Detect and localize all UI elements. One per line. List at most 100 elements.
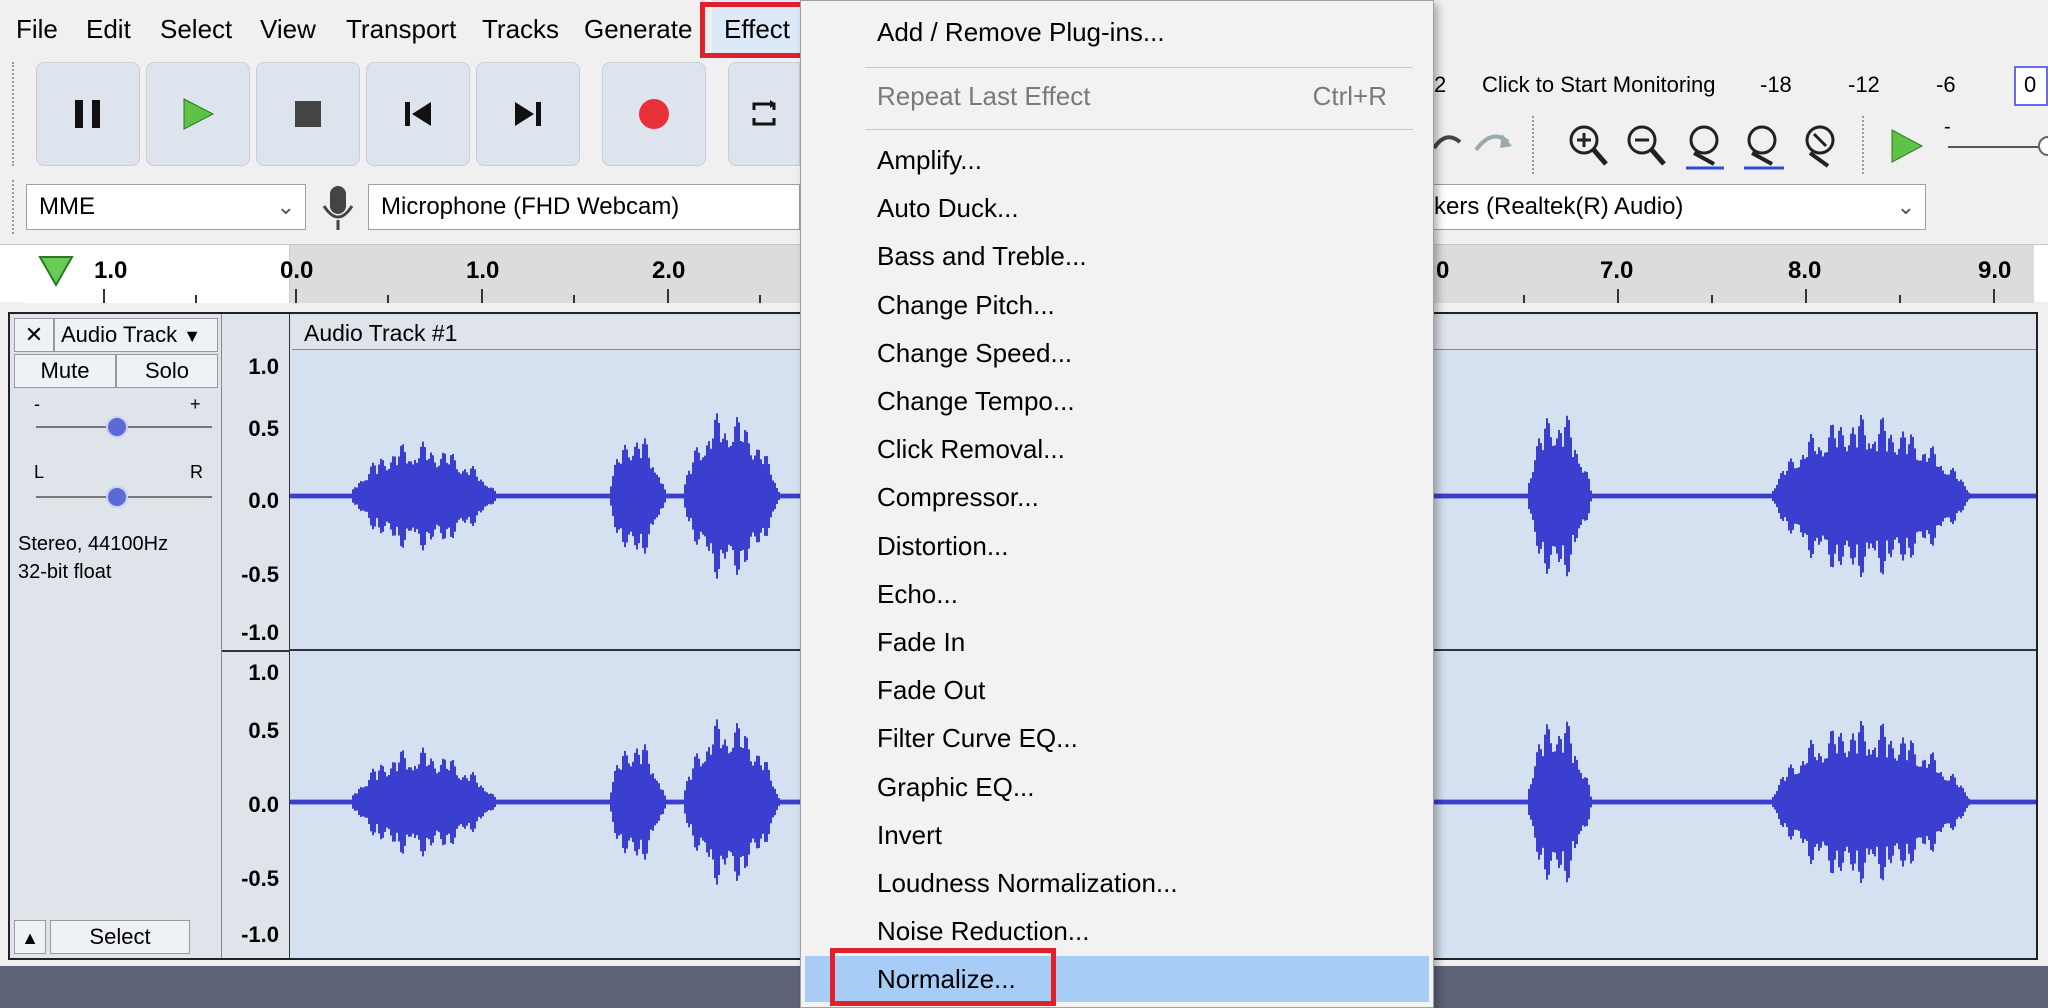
menu-item-filter-curve-eq[interactable]: Filter Curve EQ... [801,715,1433,761]
menu-transport[interactable]: Transport [344,0,458,58]
menu-item-fade-out[interactable]: Fade Out [801,667,1433,713]
shortcut-label: Ctrl+R [1312,81,1387,111]
menu-effect[interactable]: Effect [712,0,803,58]
dropdown-arrow-icon: ▼ [183,326,202,346]
menu-item-fade-in[interactable]: Fade In [801,619,1433,665]
scale-label: -1.0 [241,922,279,947]
menu-item-normalize[interactable]: Normalize... [805,956,1429,1003]
skip-start-icon [405,102,431,126]
loop-icon [752,100,776,126]
zoom-toggle-icon[interactable] [1798,122,1846,174]
scale-label: -1.0 [241,620,279,645]
skip-end-icon [515,102,541,126]
skip-to-start-button[interactable] [366,62,470,166]
meter-tick: -6 [1936,72,1956,97]
toolbar-grip[interactable] [1862,116,1864,174]
pan-left-label: L [34,462,45,482]
menu-item-change-speed[interactable]: Change Speed... [801,330,1433,376]
zoom-in-icon[interactable] [1566,122,1610,170]
scale-label: 1.0 [248,354,279,379]
menu-item-repeat-last-effect[interactable]: Repeat Last Effect Ctrl+R [801,73,1433,119]
menu-item-compressor[interactable]: Compressor... [801,474,1433,520]
edit-toolbar: - [1434,116,2048,178]
monitor-label[interactable]: Click to Start Monitoring [1482,72,1716,98]
scale-label: 0.5 [248,718,279,743]
scale-label: -0.5 [241,562,279,587]
close-track-button[interactable]: ✕ [14,318,54,352]
menu-select[interactable]: Select [158,0,234,58]
toolbar-grip[interactable] [12,180,22,234]
play-icon [183,98,215,130]
gain-slider-thumb[interactable] [106,416,128,438]
audio-host-select[interactable]: MME ⌄ [26,184,306,230]
recording-device-select[interactable]: Microphone (FHD Webcam) [368,184,800,230]
meter-tick-partial: 2 [1434,72,1447,97]
track-format-info: Stereo, 44100Hz 32-bit float [18,533,169,583]
record-button[interactable] [602,62,706,166]
menu-item-amplify[interactable]: Amplify... [801,137,1433,183]
fit-selection-icon[interactable] [1682,122,1730,174]
menu-file[interactable]: File [14,0,60,58]
menu-edit[interactable]: Edit [84,0,133,58]
scale-label: 0.0 [248,792,279,817]
menu-item-add-remove-plugins[interactable]: Add / Remove Plug-ins... [801,9,1433,55]
meter-tick: -18 [1760,72,1792,97]
stop-icon [295,101,321,127]
chevron-down-icon: ⌄ [276,194,295,219]
playback-device-select[interactable]: kers (Realtek(R) Audio) ⌄ [1434,184,1926,230]
pause-button[interactable] [36,62,140,166]
play-speed-slider[interactable]: - [1944,116,2048,170]
menu-item-change-pitch[interactable]: Change Pitch... [801,282,1433,328]
stop-button[interactable] [256,62,360,166]
redo-icon[interactable] [1472,128,1512,158]
chevron-down-icon: ⌄ [1896,194,1915,219]
toolbar-grip[interactable] [1532,116,1534,174]
menu-item-change-tempo[interactable]: Change Tempo... [801,378,1433,424]
track-menu-button[interactable]: Audio Track ▼ [54,318,218,352]
triangle-up-icon: ▲ [21,928,39,948]
menu-item-distortion[interactable]: Distortion... [801,523,1433,569]
solo-button[interactable]: Solo [116,354,218,388]
menu-tracks[interactable]: Tracks [480,0,561,58]
play-at-speed-icon[interactable] [1888,128,1924,164]
scale-label: 0.5 [248,416,279,441]
zoom-out-icon[interactable] [1624,122,1668,170]
pan-slider-thumb[interactable] [106,486,128,508]
scale-label: 1.0 [248,660,279,685]
select-track-button[interactable]: Select [50,920,190,954]
microphone-icon [322,186,354,230]
toolbar-grip[interactable] [12,62,22,166]
menu-item-noise-reduction[interactable]: Noise Reduction... [801,908,1433,954]
fit-project-icon[interactable] [1740,122,1788,174]
collapse-track-button[interactable]: ▲ [14,920,46,954]
meter-toolbar[interactable]: 2 Click to Start Monitoring -18 -12 -6 0 [1434,62,2048,112]
menu-item-click-removal[interactable]: Click Removal... [801,426,1433,472]
record-icon [639,99,669,129]
menu-item-echo[interactable]: Echo... [801,571,1433,617]
close-icon: ✕ [24,322,44,347]
pause-icon [75,100,100,128]
menu-item-auto-duck[interactable]: Auto Duck... [801,185,1433,231]
gain-plus-label: + [190,394,201,414]
scale-label: 0.0 [248,488,279,513]
menu-item-loudness-normalization[interactable]: Loudness Normalization... [801,860,1433,906]
pan-right-label: R [190,462,203,482]
slider-thumb[interactable] [2038,136,2048,156]
scale-label: -0.5 [241,866,279,891]
menu-item-bass-and-treble[interactable]: Bass and Treble... [801,233,1433,279]
skip-to-end-button[interactable] [476,62,580,166]
menu-item-graphic-eq[interactable]: Graphic EQ... [801,764,1433,810]
play-button[interactable] [146,62,250,166]
vertical-amplitude-ruler[interactable]: 1.0 0.5 0.0 -0.5 -1.0 1.0 0.5 0.0 -0.5 -… [222,314,290,958]
track-control-panel: ✕ Audio Track ▼ Mute Solo - + L R Stereo… [10,314,222,958]
menu-generate[interactable]: Generate [582,0,694,58]
menu-view[interactable]: View [258,0,318,58]
mute-button[interactable]: Mute [14,354,116,388]
meter-tick: -12 [1848,72,1880,97]
gain-minus-label: - [34,394,40,414]
undo-icon[interactable] [1434,128,1464,158]
menu-item-invert[interactable]: Invert [801,812,1433,858]
loop-button[interactable] [728,62,800,166]
meter-slider[interactable]: 0 [2014,66,2048,106]
effect-menu: Add / Remove Plug-ins... Repeat Last Eff… [800,0,1434,1008]
